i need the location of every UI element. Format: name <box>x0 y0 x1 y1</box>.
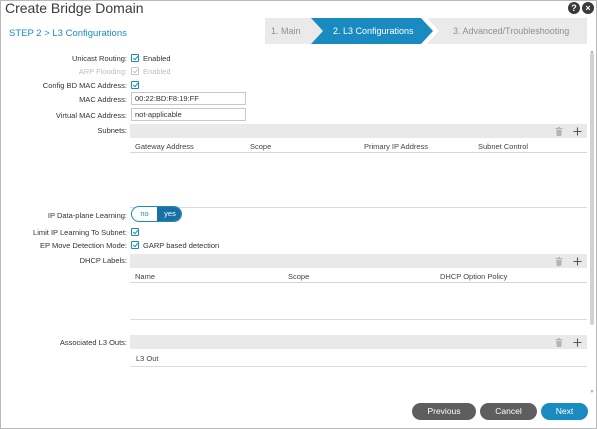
column-subnet-control[interactable]: Subnet Control <box>478 142 528 151</box>
plus-icon[interactable] <box>573 338 582 347</box>
limit-ip-label: Limit IP Learning To Subnet: <box>33 228 127 237</box>
subnets-label: Subnets: <box>97 126 127 135</box>
ep-move-checkbox[interactable] <box>131 241 139 249</box>
wizard-steps: 1. Main 3. Advanced/Troubleshooting 2. L… <box>265 18 587 44</box>
subnets-table-body <box>130 154 587 208</box>
wizard-step-l3-configurations[interactable]: 2. L3 Configurations <box>311 18 433 44</box>
ip-dataplane-toggle[interactable]: no yes <box>131 206 182 222</box>
l3-outs-table-body <box>130 366 587 367</box>
column-l3-out[interactable]: L3 Out <box>136 354 159 363</box>
column-gateway-address[interactable]: Gateway Address <box>135 142 194 151</box>
subnets-table: Gateway Address Scope Primary IP Address… <box>130 124 587 208</box>
dialog-window: Create Bridge Domain ? × STEP 2 > L3 Con… <box>0 0 597 429</box>
unicast-routing-value: Enabled <box>143 54 171 63</box>
arp-flooding-label: ARP Flooding: <box>78 67 127 76</box>
column-scope[interactable]: Scope <box>288 272 309 281</box>
wizard-step-advanced[interactable]: 3. Advanced/Troubleshooting <box>427 18 587 44</box>
plus-icon[interactable] <box>573 127 582 136</box>
toggle-option-no[interactable]: no <box>132 207 157 221</box>
trash-icon[interactable] <box>555 127 563 136</box>
dialog-title: Create Bridge Domain <box>5 0 144 16</box>
scroll-down-arrow[interactable]: ▼ <box>589 389 595 395</box>
l3-outs-toolbar <box>130 335 587 349</box>
column-dhcp-option-policy[interactable]: DHCP Option Policy <box>440 272 507 281</box>
trash-icon[interactable] <box>555 257 563 266</box>
column-name[interactable]: Name <box>135 272 155 281</box>
column-primary-ip-address[interactable]: Primary IP Address <box>364 142 428 151</box>
subnets-table-header: Gateway Address Scope Primary IP Address… <box>130 141 587 153</box>
l3-outs-table: L3 Out <box>130 335 587 367</box>
scrollbar-thumb[interactable] <box>590 53 594 325</box>
config-bd-mac-checkbox[interactable] <box>131 81 139 89</box>
arp-flooding-checkbox <box>131 67 139 75</box>
ep-move-label: EP Move Detection Mode: <box>40 241 127 250</box>
mac-address-input[interactable]: 00:22:BD:F8:19:FF <box>131 92 246 105</box>
dhcp-labels-table: Name Scope DHCP Option Policy <box>130 254 587 320</box>
unicast-routing-checkbox[interactable] <box>131 54 139 62</box>
close-icon[interactable]: × <box>582 2 594 14</box>
config-bd-mac-label: Config BD MAC Address: <box>42 81 127 90</box>
dhcp-labels-table-body <box>130 284 587 320</box>
subnets-toolbar <box>130 124 587 138</box>
column-scope[interactable]: Scope <box>250 142 271 151</box>
l3-outs-label: Associated L3 Outs: <box>59 338 127 347</box>
help-icon[interactable]: ? <box>568 2 580 14</box>
dhcp-labels-table-header: Name Scope DHCP Option Policy <box>130 271 587 283</box>
cancel-button[interactable]: Cancel <box>480 403 537 420</box>
toggle-option-yes[interactable]: yes <box>157 207 181 221</box>
next-button[interactable]: Next <box>541 403 588 420</box>
virtual-mac-input[interactable]: not-applicable <box>131 108 246 121</box>
unicast-routing-label: Unicast Routing: <box>71 54 127 63</box>
ip-dataplane-label: IP Data-plane Learning: <box>47 211 127 220</box>
previous-button[interactable]: Previous <box>412 403 476 420</box>
ep-move-value: GARP based detection <box>143 241 220 250</box>
limit-ip-checkbox[interactable] <box>131 228 139 236</box>
trash-icon[interactable] <box>555 338 563 347</box>
plus-icon[interactable] <box>573 257 582 266</box>
arp-flooding-value: Enabled <box>143 67 171 76</box>
dhcp-labels-toolbar <box>130 254 587 268</box>
virtual-mac-label: Virtual MAC Address: <box>55 111 127 120</box>
step-label: STEP 2 > L3 Configurations <box>9 28 127 39</box>
dhcp-labels-label: DHCP Labels: <box>79 256 127 265</box>
l3-outs-table-header: L3 Out <box>130 353 587 365</box>
mac-address-label: MAC Address: <box>79 95 127 104</box>
